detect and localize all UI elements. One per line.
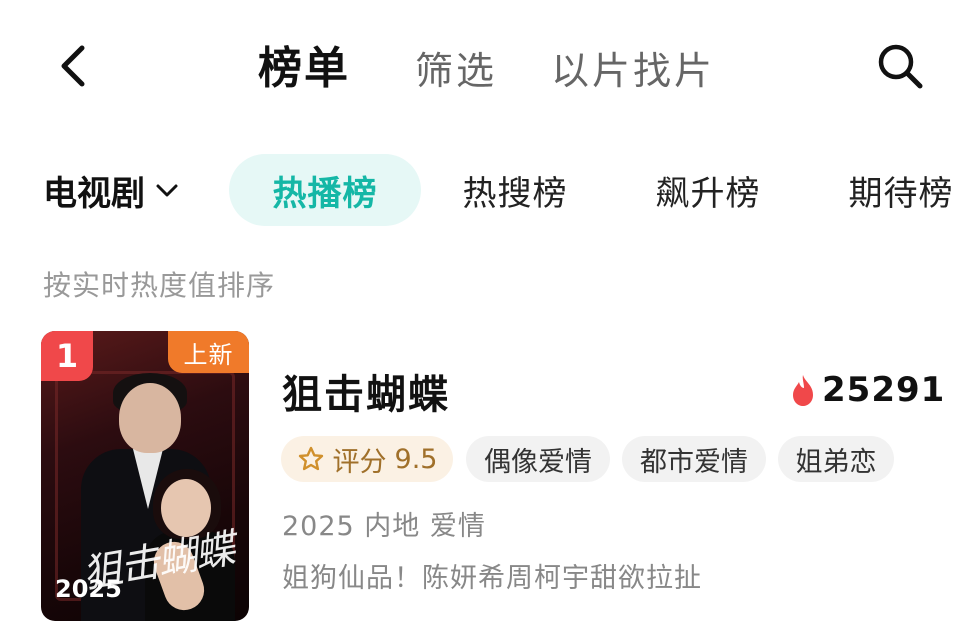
poster-year: 2025 [55,575,122,603]
chevron-down-icon [156,184,178,196]
back-button[interactable] [48,38,98,94]
category-dropdown[interactable]: 电视剧 [43,166,179,215]
tab-hot-search[interactable]: 热搜榜 [440,154,590,226]
genre-tag[interactable]: 偶像爱情 [466,436,610,482]
genre-tag[interactable]: 都市爱情 [622,436,766,482]
genre-tag[interactable]: 姐弟恋 [778,436,894,482]
tab-anticipated[interactable]: 期待榜 [826,154,959,226]
search-icon [878,44,923,89]
heat-value: 25291 [822,370,946,410]
show-title[interactable]: 狙击蝴蝶 [282,362,450,420]
rating-value: 9.5 [394,443,438,475]
ranking-page: 榜单 筛选 以片找片 电视剧 热播榜 热搜榜 飙升榜 期待榜 按实时热度值排序 … [0,0,959,642]
rank-badge: 1 [41,331,93,381]
new-badge: 上新 [168,331,249,373]
tab-hot-play[interactable]: 热播榜 [229,154,421,226]
top-bar: 榜单 筛选 以片找片 [0,0,959,125]
category-label: 电视剧 [43,174,145,214]
show-description: 姐狗仙品！陈妍希周柯宇甜欲拉扯 [282,563,702,594]
tab-find-by-show[interactable]: 以片找片 [551,40,715,95]
search-button[interactable] [870,38,930,94]
flame-icon [793,375,813,406]
rating-badge: 评分 9.5 [281,436,453,482]
star-icon [298,446,323,471]
tab-ranking[interactable]: 榜单 [258,32,350,96]
show-meta: 2025 内地 爱情 [282,511,486,542]
rating-label: 评分 [332,446,387,478]
tab-rising[interactable]: 飙升榜 [633,154,783,226]
poster-face-man [119,383,181,453]
tab-filter[interactable]: 筛选 [415,40,497,95]
heat-score: 25291 [790,370,945,410]
chevron-left-icon [61,45,85,87]
sort-note: 按实时热度值排序 [43,269,276,302]
